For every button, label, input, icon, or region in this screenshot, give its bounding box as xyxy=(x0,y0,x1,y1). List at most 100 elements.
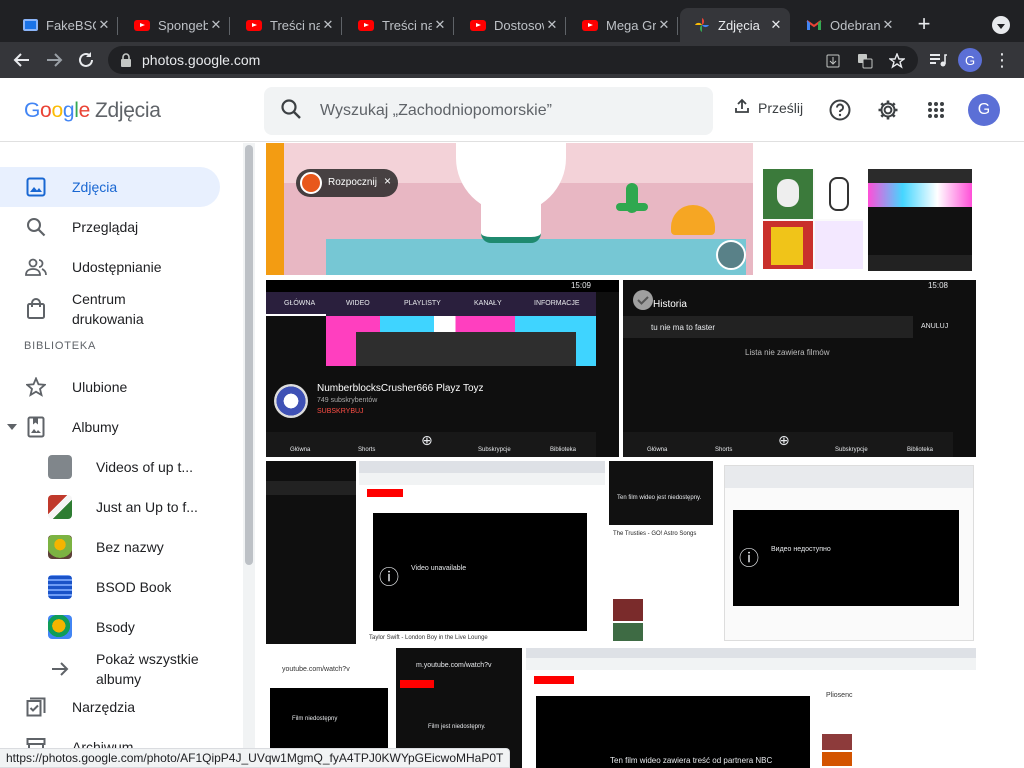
arrow-right-icon xyxy=(48,661,72,677)
reload-icon[interactable] xyxy=(74,48,98,72)
link-status-bar: https://photos.google.com/photo/AF1QipP4… xyxy=(0,748,511,768)
sidebar-item-explore[interactable]: Przeglądaj xyxy=(0,207,220,247)
google-photos-icon xyxy=(694,17,710,33)
record-label: Rozpocznij xyxy=(328,177,377,188)
browser-tab-3[interactable]: Treści na ✕ xyxy=(232,8,342,42)
album-thumbnail xyxy=(48,535,72,559)
tab-title: Dostosowanie xyxy=(494,17,544,33)
photo-grid: Rozpocznij × 15:09 GŁÓWNA WIDEO PLAYLIST… xyxy=(256,143,1024,768)
youtube-icon xyxy=(246,17,262,33)
browser-tabstrip: FakeBSOD ✕ Spongebob ✕ Treści na ✕ Treśc… xyxy=(0,0,1024,46)
tab-search-icon[interactable] xyxy=(992,16,1010,34)
album-label: BSOD Book xyxy=(96,579,172,595)
sidebar: Zdjęcia Przeglądaj Udostępnianie Centrum… xyxy=(0,143,241,768)
tab-title: Mega Gry xyxy=(606,17,656,33)
star-icon xyxy=(24,375,48,399)
search-input[interactable] xyxy=(320,102,700,120)
close-icon[interactable]: ✕ xyxy=(768,17,784,33)
address-url: photos.google.com xyxy=(142,52,261,68)
photo-thumbnail[interactable]: ⓘ Видео недоступно xyxy=(724,465,974,641)
browser-profile-avatar[interactable]: G xyxy=(958,48,982,72)
photo-thumbnail[interactable] xyxy=(868,169,972,271)
browser-tab-6[interactable]: Mega Gry ✕ xyxy=(568,8,678,42)
browser-tab-1[interactable]: FakeBSOD ✕ xyxy=(8,8,118,42)
apps-grid-icon[interactable] xyxy=(924,98,948,122)
sidebar-item-label: Przeglądaj xyxy=(72,219,139,235)
search-icon[interactable] xyxy=(280,98,302,125)
checkbox-tools-icon xyxy=(24,695,48,719)
close-icon[interactable]: ✕ xyxy=(544,17,560,33)
sidebar-item-print-store[interactable]: Centrum drukowania xyxy=(0,287,220,331)
close-icon[interactable]: ✕ xyxy=(656,17,672,33)
photo-thumbnail[interactable]: Ten film wideo zawiera treść od partnera… xyxy=(526,648,976,768)
sidebar-item-sharing[interactable]: Udostępnianie xyxy=(0,247,220,287)
photo-thumbnail[interactable] xyxy=(763,169,863,269)
settings-gear-icon[interactable] xyxy=(876,98,900,122)
record-start-button[interactable]: Rozpocznij × xyxy=(296,169,398,197)
tab-title: Spongebob xyxy=(158,17,208,33)
google-photos-logo[interactable]: Google Zdjęcia xyxy=(24,99,161,123)
sidebar-item-photos[interactable]: Zdjęcia xyxy=(0,167,220,207)
sidebar-item-label: Udostępnianie xyxy=(72,259,162,275)
album-item[interactable]: Just an Up to f... xyxy=(48,489,238,525)
browser-tab-2[interactable]: Spongebob ✕ xyxy=(120,8,230,42)
back-icon[interactable] xyxy=(10,48,34,72)
album-item[interactable]: BSOD Book xyxy=(48,569,238,605)
close-icon[interactable]: ✕ xyxy=(96,17,112,33)
album-thumbnail xyxy=(48,455,72,479)
account-avatar[interactable]: G xyxy=(968,94,1000,126)
search-bar[interactable] xyxy=(264,87,713,135)
photo-thumbnail[interactable]: Ten film wideo jest niedostępny. The Tru… xyxy=(609,461,713,644)
app-header: GoogleZdjęcia Prześlij G xyxy=(0,78,1024,142)
photo-thumbnail[interactable]: 15:08 Historia tu nie ma to faster ANULU… xyxy=(623,280,976,457)
photo-thumbnail[interactable]: Rozpocznij × xyxy=(266,143,753,275)
install-icon[interactable] xyxy=(824,52,842,70)
new-tab-button[interactable]: + xyxy=(913,13,935,36)
close-icon[interactable]: ✕ xyxy=(432,17,448,33)
sidebar-item-label: Albumy xyxy=(72,419,119,435)
album-item[interactable]: Bsody xyxy=(48,609,238,645)
browser-tab-5[interactable]: Dostosowanie ✕ xyxy=(456,8,566,42)
browser-tab-4[interactable]: Treści na ✕ xyxy=(344,8,454,42)
tab-title: FakeBSOD xyxy=(46,17,96,33)
browser-menu-icon[interactable]: ⋮ xyxy=(990,48,1014,72)
show-all-albums-link[interactable]: Pokaż wszystkie albumy xyxy=(48,647,238,691)
caret-down-icon[interactable] xyxy=(7,424,17,430)
sidebar-item-utilities[interactable]: Narzędzia xyxy=(0,687,220,727)
photo-thumbnail[interactable]: 15:09 GŁÓWNA WIDEO PLAYLISTY KANAŁY INFO… xyxy=(266,280,619,457)
library-section-label: BIBLIOTEKA xyxy=(24,340,97,352)
browser-tab-8[interactable]: Odebrane ✕ xyxy=(792,8,902,42)
media-control-icon[interactable] xyxy=(926,48,950,72)
close-icon[interactable]: ✕ xyxy=(880,17,896,33)
upload-icon xyxy=(734,98,750,117)
close-icon[interactable]: × xyxy=(384,174,391,188)
upload-label: Prześlij xyxy=(758,99,804,116)
gmail-icon xyxy=(806,17,822,33)
album-label: Bez nazwy xyxy=(96,539,164,555)
sidebar-item-label: Centrum drukowania xyxy=(72,291,144,327)
album-icon xyxy=(24,415,48,439)
upload-button[interactable]: Prześlij xyxy=(734,98,803,117)
sidebar-scrollbar[interactable] xyxy=(243,143,255,768)
address-bar[interactable]: photos.google.com xyxy=(108,46,918,74)
browser-tab-7-active[interactable]: Zdjęcia ✕ xyxy=(680,8,790,42)
close-icon[interactable]: ✕ xyxy=(208,17,224,33)
forward-icon[interactable] xyxy=(42,48,66,72)
translate-icon[interactable] xyxy=(856,52,874,70)
select-check-icon[interactable] xyxy=(633,290,653,310)
close-icon[interactable]: ✕ xyxy=(320,17,336,33)
help-icon[interactable] xyxy=(828,98,852,122)
people-icon xyxy=(24,255,48,279)
album-item[interactable]: Videos of up t... xyxy=(48,449,238,485)
lock-icon xyxy=(120,53,132,67)
album-item[interactable]: Bez nazwy xyxy=(48,529,238,565)
photo-thumbnail[interactable]: ⓘ Video unavailable Taylor Swift - Londo… xyxy=(359,461,605,644)
bookmark-star-icon[interactable] xyxy=(888,52,906,70)
sidebar-item-albums[interactable]: Albumy xyxy=(0,407,220,447)
sidebar-item-favorites[interactable]: Ulubione xyxy=(0,367,220,407)
shopping-bag-icon xyxy=(24,297,48,321)
photo-thumbnail[interactable] xyxy=(266,461,356,644)
youtube-icon xyxy=(134,17,150,33)
album-label: Videos of up t... xyxy=(96,459,194,475)
record-icon xyxy=(300,172,322,194)
